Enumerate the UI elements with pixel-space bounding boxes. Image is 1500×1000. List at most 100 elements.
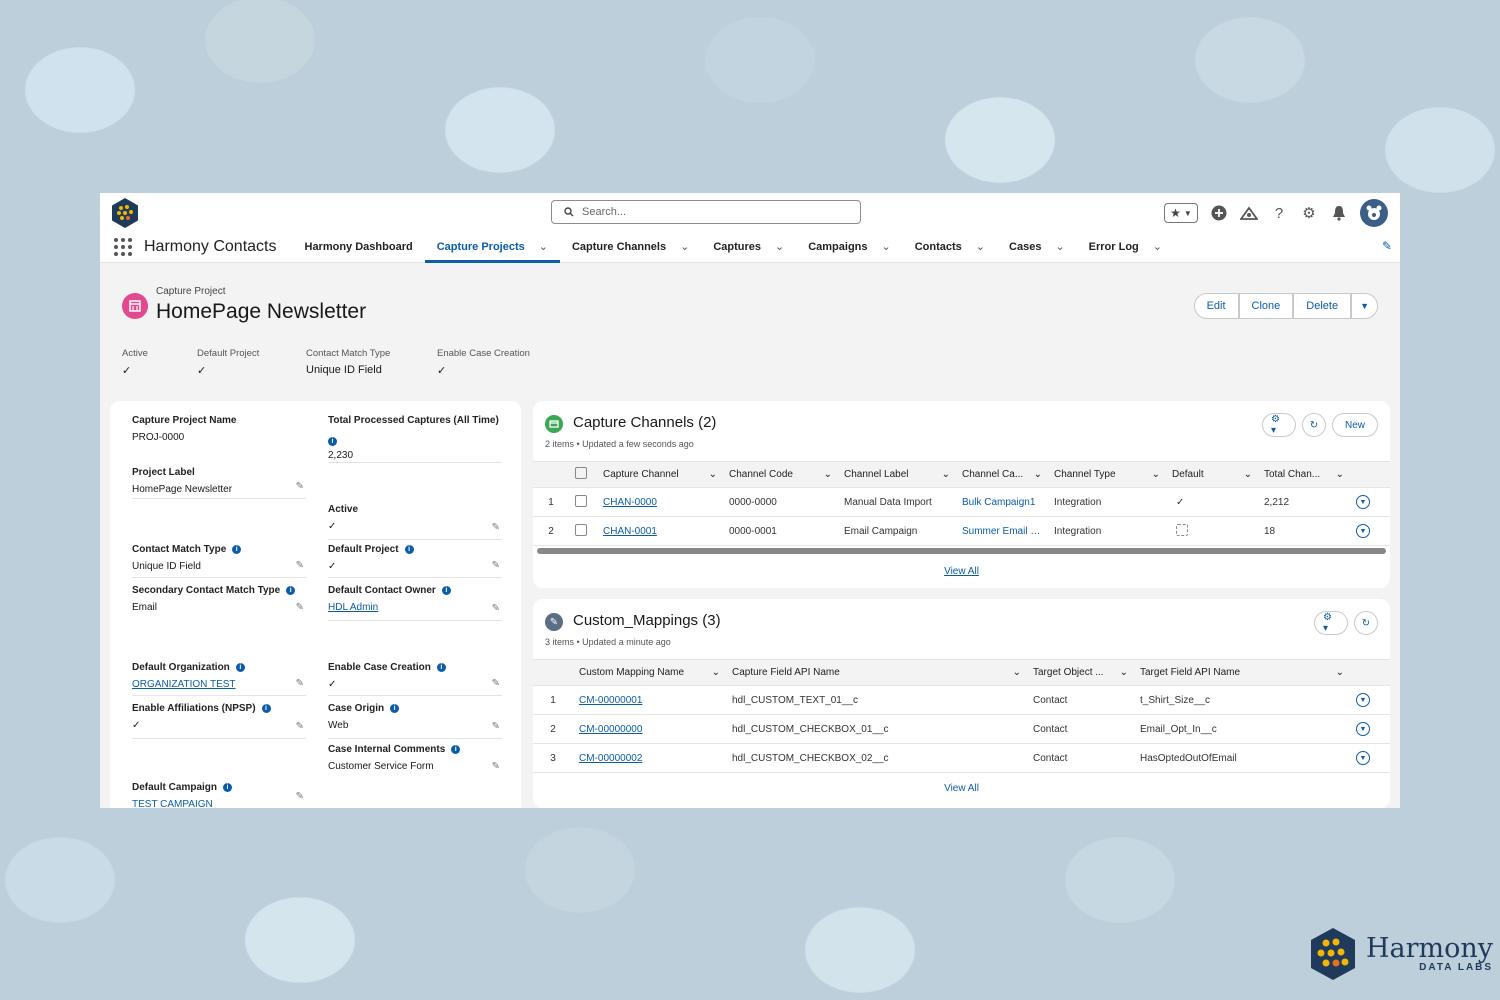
col-default[interactable]: Default ⌄ [1166, 461, 1258, 488]
check-icon: ✓ [328, 679, 337, 690]
channel-link[interactable]: CHAN-0001 [597, 516, 723, 546]
list-settings-button[interactable]: ⚙ ▾ [1262, 413, 1296, 437]
pencil-icon[interactable]: ✎ [296, 791, 304, 802]
gear-icon[interactable]: ⚙ [1300, 204, 1318, 222]
row-action-button[interactable]: ▼ [1350, 516, 1390, 546]
pencil-icon[interactable]: ✎ [296, 678, 304, 689]
info-icon[interactable]: i [436, 663, 446, 672]
campaign-link[interactable]: Summer Email C... [956, 516, 1048, 546]
horizontal-scrollbar[interactable] [537, 548, 1386, 554]
pencil-icon[interactable]: ✎ [492, 603, 500, 614]
info-icon[interactable]: i [261, 704, 271, 713]
app-navigation-bar: Harmony Contacts Harmony Dashboard Captu… [100, 231, 1400, 263]
chevron-down-icon: ⌄ [1335, 469, 1344, 480]
col-channel-label[interactable]: Channel Label ⌄ [838, 461, 956, 488]
tab-captures[interactable]: Captures ⌄ [701, 231, 796, 263]
global-add-icon[interactable] [1210, 204, 1228, 222]
pencil-icon[interactable]: ✎ [296, 721, 304, 732]
col-total-channel[interactable]: Total Chan... ⌄ [1258, 461, 1350, 488]
channels-view-all-link[interactable]: View All [533, 556, 1390, 587]
help-icon[interactable]: ? [1270, 204, 1288, 222]
chevron-down-icon[interactable]: ⌄ [1055, 240, 1064, 253]
tab-contacts[interactable]: Contacts ⌄ [903, 231, 997, 263]
col-channel-campaign[interactable]: Channel Ca... ⌄ [956, 461, 1048, 488]
favorites-button[interactable]: ★ ▼ [1164, 203, 1198, 223]
mapping-link[interactable]: CM-00000001 [573, 685, 726, 715]
pencil-icon[interactable]: ✎ [296, 602, 304, 613]
col-channel-type[interactable]: Channel Type ⌄ [1048, 461, 1166, 488]
app-launcher-icon[interactable] [114, 237, 132, 256]
row-action-button[interactable]: ▼ [1350, 685, 1390, 715]
info-icon[interactable]: i [441, 586, 451, 595]
campaign-link[interactable]: Bulk Campaign1 [956, 487, 1048, 517]
refresh-button[interactable]: ↻ [1354, 611, 1378, 635]
default-owner-link[interactable]: HDL Admin [328, 602, 502, 613]
pencil-icon[interactable]: ✎ [492, 560, 500, 571]
col-target-object[interactable]: Target Object ... ⌄ [1027, 659, 1134, 686]
col-capture-channel[interactable]: Capture Channel ⌄ [597, 461, 723, 488]
info-icon[interactable]: i [390, 704, 400, 713]
edit-button[interactable]: Edit [1193, 293, 1239, 319]
more-actions-button[interactable]: ▼ [1351, 293, 1378, 319]
default-organization-link[interactable]: ORGANIZATION TEST [132, 679, 306, 690]
info-icon[interactable]: i [235, 663, 245, 672]
user-avatar[interactable] [1360, 199, 1388, 227]
info-icon[interactable]: i [451, 745, 461, 754]
channel-link[interactable]: CHAN-0000 [597, 487, 723, 517]
col-target-field-api-name[interactable]: Target Field API Name ⌄ [1134, 659, 1350, 686]
col-channel-code[interactable]: Channel Code ⌄ [723, 461, 838, 488]
field-enable-affiliations: Enable Affiliations (NPSP) i ✓ ✎ [132, 703, 306, 739]
pencil-icon[interactable]: ✎ [492, 721, 500, 732]
pencil-icon[interactable]: ✎ [296, 560, 304, 571]
clone-button[interactable]: Clone [1238, 293, 1294, 319]
row-checkbox[interactable] [569, 487, 597, 517]
info-icon[interactable]: i [328, 437, 337, 446]
pencil-icon[interactable]: ✎ [492, 522, 500, 533]
pencil-icon[interactable]: ✎ [492, 761, 500, 772]
mappings-view-all-link[interactable]: View All [533, 773, 1390, 804]
mapping-link[interactable]: CM-00000000 [573, 714, 726, 744]
custom-mappings-title[interactable]: Custom_Mappings (3) [573, 612, 721, 629]
chevron-down-icon[interactable]: ⌄ [882, 240, 891, 253]
row-action-button[interactable]: ▼ [1350, 743, 1390, 773]
info-icon[interactable]: i [286, 586, 296, 595]
capture-channels-title[interactable]: Capture Channels (2) [573, 414, 716, 431]
edit-nav-pencil-icon[interactable]: ✎ [1382, 239, 1392, 253]
list-settings-button[interactable]: ⚙ ▾ [1314, 611, 1348, 635]
field-capture-project-name: Capture Project Name PROJ-0000 [132, 415, 237, 443]
tab-harmony-dashboard[interactable]: Harmony Dashboard [293, 231, 425, 263]
info-icon[interactable]: i [404, 545, 414, 554]
tab-error-log[interactable]: Error Log ⌄ [1077, 231, 1174, 263]
row-action-button[interactable]: ▼ [1350, 714, 1390, 744]
info-icon[interactable]: i [223, 783, 233, 792]
chevron-down-icon[interactable]: ⌄ [976, 240, 985, 253]
col-custom-mapping-name[interactable]: Custom Mapping Name ⌄ [573, 659, 726, 686]
pencil-icon[interactable]: ✎ [296, 481, 304, 492]
chevron-down-icon[interactable]: ⌄ [1153, 240, 1162, 253]
chevron-down-icon[interactable]: ⌄ [680, 240, 689, 253]
new-channel-button[interactable]: New [1332, 413, 1378, 437]
row-action-button[interactable]: ▼ [1350, 487, 1390, 517]
tab-cases[interactable]: Cases ⌄ [997, 231, 1077, 263]
pencil-icon[interactable]: ✎ [492, 678, 500, 689]
app-logo-icon[interactable] [110, 197, 140, 229]
trailhead-icon[interactable] [1240, 204, 1258, 222]
tab-campaigns[interactable]: Campaigns ⌄ [796, 231, 903, 263]
field-active: Active ✓ ✎ [328, 504, 502, 540]
tab-capture-channels[interactable]: Capture Channels ⌄ [560, 231, 701, 263]
chevron-down-icon[interactable]: ⌄ [775, 240, 784, 253]
record-title: HomePage Newsletter [156, 300, 367, 323]
global-search-input[interactable]: Search... [551, 200, 861, 224]
tab-capture-projects[interactable]: Capture Projects ⌄ [424, 231, 560, 263]
mapping-link[interactable]: CM-00000002 [573, 743, 726, 773]
select-all-checkbox[interactable] [569, 461, 597, 488]
bell-icon[interactable] [1330, 204, 1348, 222]
chevron-down-icon[interactable]: ⌄ [539, 240, 548, 253]
delete-button[interactable]: Delete [1293, 293, 1352, 319]
highlight-active: Active ✓ [122, 348, 148, 377]
row-checkbox[interactable] [569, 516, 597, 546]
info-icon[interactable]: i [232, 545, 242, 554]
default-campaign-link[interactable]: TEST CAMPAIGN [132, 799, 306, 808]
refresh-button[interactable]: ↻ [1302, 413, 1326, 437]
col-capture-field-api-name[interactable]: Capture Field API Name ⌄ [726, 659, 1027, 686]
